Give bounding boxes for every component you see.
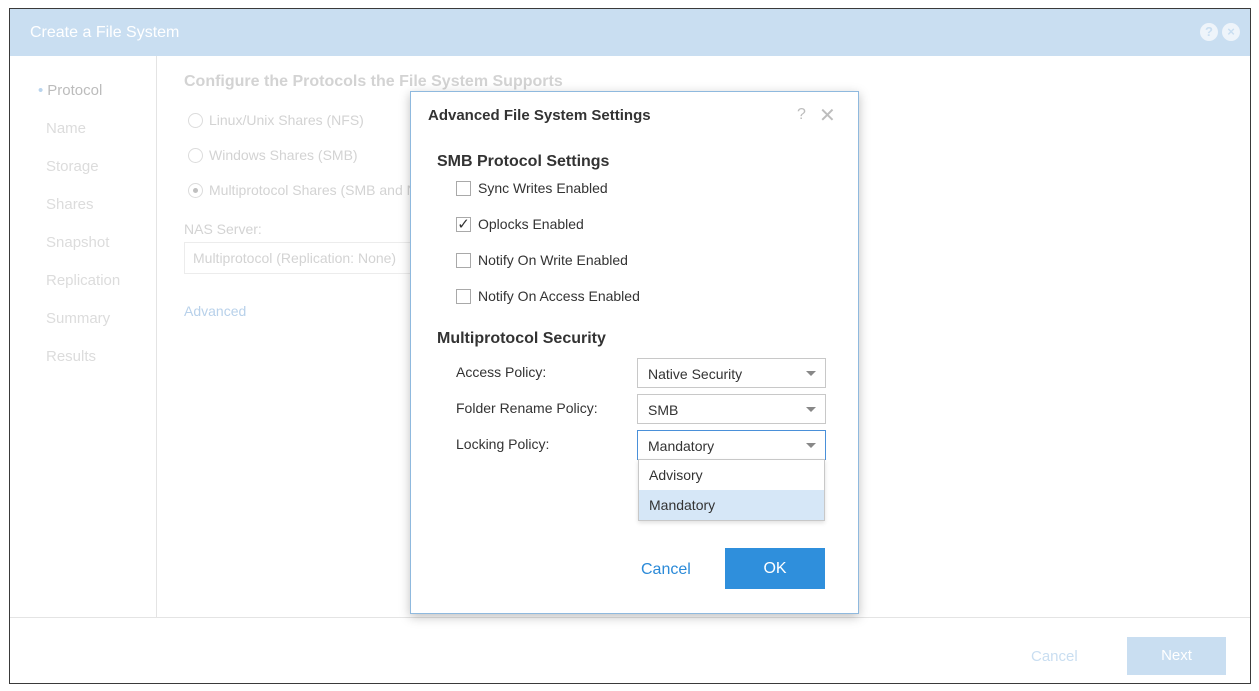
radio-label: Linux/Unix Shares (NFS) (209, 112, 364, 128)
close-icon[interactable]: ✕ (819, 103, 836, 128)
checkbox-label: Notify On Access Enabled (478, 288, 640, 304)
step-results: Results (46, 348, 97, 365)
checkbox-oplocks[interactable]: ✓ Oplocks Enabled (456, 216, 584, 232)
page-heading: Configure the Protocols the File System … (184, 73, 563, 90)
radio-smb[interactable]: Windows Shares (SMB) (188, 147, 358, 163)
checkbox-sync-writes[interactable]: Sync Writes Enabled (456, 180, 608, 196)
footer-cancel-button[interactable]: Cancel (1031, 648, 1078, 665)
advanced-settings-dialog: Advanced File System Settings ? ✕ SMB Pr… (410, 91, 859, 614)
select-value: Mandatory (648, 438, 715, 454)
checkmark-icon[interactable]: ✓ (456, 216, 471, 232)
advanced-link[interactable]: Advanced (184, 303, 246, 319)
checkbox-label: Notify On Write Enabled (478, 252, 628, 268)
checkbox-label: Sync Writes Enabled (478, 180, 608, 196)
checkbox-label: Oplocks Enabled (478, 216, 584, 232)
checkbox[interactable] (456, 180, 471, 196)
chevron-down-icon (806, 407, 816, 412)
wizard-steps-sidebar: Protocol Name Storage Shares Snapshot Re… (10, 56, 157, 617)
dialog-cancel-button[interactable]: Cancel (641, 561, 691, 579)
option-mandatory[interactable]: Mandatory (639, 490, 824, 520)
smb-section-title: SMB Protocol Settings (437, 153, 610, 170)
radio-button[interactable] (188, 112, 203, 128)
nas-server-select[interactable]: Multiprotocol (Replication: None) (184, 242, 424, 274)
folder-rename-policy-label: Folder Rename Policy: (456, 400, 598, 416)
access-policy-select[interactable]: Native Security (637, 358, 826, 388)
radio-nfs[interactable]: Linux/Unix Shares (NFS) (188, 112, 364, 128)
locking-policy-dropdown: Advisory Mandatory (638, 459, 825, 521)
option-advisory[interactable]: Advisory (639, 460, 824, 490)
dialog-title: Advanced File System Settings (428, 107, 651, 124)
title-icons: ? × (1200, 23, 1240, 41)
access-policy-label: Access Policy: (456, 364, 547, 380)
ok-button[interactable]: OK (725, 548, 825, 589)
checkbox[interactable] (456, 288, 471, 304)
close-circle-icon[interactable]: × (1222, 23, 1240, 41)
next-button[interactable]: Next (1127, 637, 1226, 675)
select-value: Native Security (648, 366, 743, 382)
nas-server-label: NAS Server: (184, 221, 262, 237)
step-protocol: Protocol (10, 82, 156, 120)
checkbox[interactable] (456, 252, 471, 268)
chevron-down-icon (806, 371, 816, 376)
select-value: SMB (648, 402, 679, 418)
window-title: Create a File System (30, 24, 180, 41)
step-shares: Shares (46, 196, 94, 213)
chevron-down-icon (806, 443, 816, 448)
help-circle-icon[interactable]: ? (1200, 23, 1218, 41)
step-snapshot: Snapshot (46, 234, 110, 251)
checkbox-notify-write[interactable]: Notify On Write Enabled (456, 252, 628, 268)
step-summary: Summary (46, 310, 111, 327)
checkbox-notify-access[interactable]: Notify On Access Enabled (456, 288, 640, 304)
title-bar: Create a File System ? × (10, 9, 1250, 56)
radio-label: Multiprotocol Shares (SMB and NFS) (209, 182, 440, 198)
step-name: Name (46, 120, 87, 137)
radio-multiprotocol[interactable]: Multiprotocol Shares (SMB and NFS) (188, 182, 439, 198)
folder-rename-policy-select[interactable]: SMB (637, 394, 826, 424)
security-section-title: Multiprotocol Security (437, 330, 606, 347)
step-replication: Replication (46, 272, 121, 289)
locking-policy-select[interactable]: Mandatory (637, 430, 826, 460)
radio-label: Windows Shares (SMB) (209, 147, 358, 163)
locking-policy-label: Locking Policy: (456, 436, 550, 452)
radio-button-selected[interactable] (188, 182, 203, 198)
step-storage: Storage (46, 158, 99, 175)
radio-button[interactable] (188, 147, 203, 163)
wizard-footer: Cancel Next (10, 617, 1250, 683)
help-icon[interactable]: ? (797, 106, 806, 124)
